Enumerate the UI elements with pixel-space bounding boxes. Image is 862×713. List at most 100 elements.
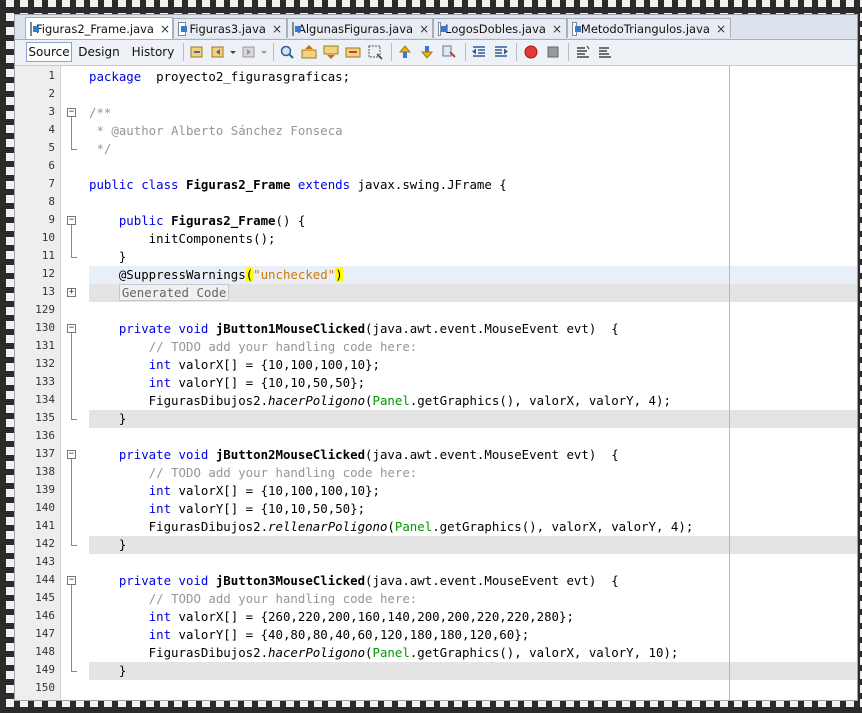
code-line[interactable]: } — [89, 410, 126, 428]
line-number: 150 — [35, 681, 55, 694]
code-line[interactable]: // TODO add your handling code here: — [89, 590, 418, 608]
code-line[interactable]: // TODO add your handling code here: — [89, 464, 418, 482]
line-number: 2 — [48, 87, 55, 100]
code-line[interactable]: * @author Alberto Sánchez Fonseca — [89, 122, 342, 140]
line-number: 7 — [48, 177, 55, 190]
tab-bar: Figuras2_Frame.java × Figuras3.java × Al… — [15, 15, 857, 40]
code-line[interactable]: public Figuras2_Frame() { — [89, 212, 306, 230]
comment-icon[interactable] — [575, 44, 591, 60]
close-tab-icon[interactable]: × — [710, 22, 726, 36]
code-line[interactable]: */ — [89, 140, 111, 158]
find-previous-icon[interactable] — [301, 44, 317, 60]
tab-figuras2-frame[interactable]: Figuras2_Frame.java × — [25, 17, 173, 39]
code-token: */ — [89, 141, 112, 156]
collapse-fold-icon[interactable]: − — [67, 576, 76, 585]
code-line[interactable]: FigurasDibujos2.hacerPoligono(Panel.getG… — [89, 644, 679, 662]
code-line[interactable]: private void jButton3MouseClicked(java.a… — [89, 572, 619, 590]
close-tab-icon[interactable]: × — [413, 22, 429, 36]
code-token: int — [148, 609, 172, 624]
tab-label: Figuras3.java — [189, 21, 266, 36]
code-line[interactable]: // TODO add your handling code here: — [89, 338, 418, 356]
collapse-fold-icon[interactable]: − — [67, 450, 76, 459]
block-highlight — [89, 536, 857, 554]
close-tab-icon[interactable]: × — [266, 22, 282, 36]
code-token: Panel — [394, 519, 433, 534]
tab-algunas-figuras[interactable]: AlgunasFiguras.java × — [287, 18, 433, 38]
code-line[interactable]: Generated Code — [89, 284, 230, 302]
code-line[interactable]: /** — [89, 104, 111, 122]
code-line[interactable]: int valorX[] = {10,100,100,10}; — [89, 356, 380, 374]
forward-icon[interactable] — [241, 44, 257, 60]
collapse-fold-icon[interactable]: − — [67, 108, 76, 117]
code-line[interactable]: @SuppressWarnings("unchecked") — [89, 266, 343, 284]
shift-left-icon[interactable] — [471, 44, 487, 60]
chevron-down-icon[interactable] — [228, 44, 238, 60]
previous-bookmark-icon[interactable] — [397, 44, 413, 60]
last-edit-icon[interactable] — [189, 44, 205, 60]
code-line[interactable]: package proyecto2_figurasgraficas; — [89, 68, 350, 86]
close-tab-icon[interactable]: × — [546, 22, 562, 36]
find-next-icon[interactable] — [323, 44, 339, 60]
line-number: 135 — [35, 411, 55, 424]
find-icon[interactable] — [279, 44, 295, 60]
toolbar-separator — [273, 43, 274, 61]
code-line[interactable]: int valorY[] = {10,10,50,50}; — [89, 374, 365, 392]
tab-figuras3[interactable]: Figuras3.java × — [173, 18, 287, 38]
expand-fold-icon[interactable]: + — [67, 288, 76, 297]
code-token: ( — [245, 267, 254, 282]
code-editor[interactable]: 1 2 3 4 5 6 7 8 9 10 11 12 13 129 130 131 132 133 134 135 13… — [15, 66, 857, 700]
code-line[interactable]: } — [89, 662, 126, 680]
code-line[interactable]: int valorX[] = {260,220,200,160,140,200,… — [89, 608, 574, 626]
toggle-highlight-icon[interactable] — [345, 44, 361, 60]
source-view-button[interactable]: Source — [26, 42, 72, 62]
code-line[interactable]: int valorY[] = {40,80,80,40,60,120,180,1… — [89, 626, 529, 644]
code-line[interactable]: private void jButton2MouseClicked(java.a… — [89, 446, 619, 464]
code-token: valorY[] = {10,10,50,50}; — [171, 501, 366, 516]
code-line[interactable]: initComponents(); — [89, 230, 276, 248]
code-token: } — [89, 663, 127, 678]
line-number-gutter: 1 2 3 4 5 6 7 8 9 10 11 12 13 129 130 131 132 133 134 135 13… — [15, 66, 61, 700]
find-selection-icon[interactable] — [367, 44, 383, 60]
fold-guide — [71, 117, 72, 149]
code-line[interactable]: int valorX[] = {10,100,100,10}; — [89, 482, 380, 500]
uncomment-icon[interactable] — [597, 44, 613, 60]
next-bookmark-icon[interactable] — [419, 44, 435, 60]
close-tab-icon[interactable]: × — [154, 22, 170, 36]
design-view-button[interactable]: Design — [77, 42, 121, 62]
code-line[interactable]: public class Figuras2_Frame extends java… — [89, 176, 507, 194]
code-token: // TODO add your handling code here: — [148, 591, 418, 606]
back-icon[interactable] — [210, 44, 226, 60]
fold-column — [61, 66, 89, 700]
line-number: 147 — [35, 627, 55, 640]
code-line[interactable]: private void jButton1MouseClicked(java.a… — [89, 320, 619, 338]
code-line[interactable]: FigurasDibujos2.hacerPoligono(Panel.getG… — [89, 392, 671, 410]
code-line[interactable]: } — [89, 536, 126, 554]
shift-right-icon[interactable] — [493, 44, 509, 60]
code-line[interactable]: FigurasDibujos2.rellenarPoligono(Panel.g… — [89, 518, 694, 536]
code-token: .getGraphics(), valorX, valorY, 4); — [432, 519, 694, 534]
chevron-down-icon[interactable] — [259, 44, 269, 60]
code-token: public — [118, 213, 172, 228]
code-token: hacerPoligono — [268, 393, 366, 408]
history-view-button[interactable]: History — [127, 42, 179, 62]
java-file-icon — [30, 21, 39, 36]
collapse-fold-icon[interactable]: − — [67, 216, 76, 225]
start-macro-icon[interactable] — [523, 44, 539, 60]
stop-macro-icon[interactable] — [545, 44, 561, 60]
tab-logos-dobles[interactable]: LogosDobles.java × — [433, 18, 567, 38]
line-number: 140 — [35, 501, 55, 514]
tab-metodo-triangulos[interactable]: MetodoTriangulos.java × — [567, 18, 731, 38]
collapse-fold-icon[interactable]: − — [67, 324, 76, 333]
line-number: 134 — [35, 393, 55, 406]
toggle-bookmark-icon[interactable] — [441, 44, 457, 60]
code-line[interactable]: int valorY[] = {10,10,50,50}; — [89, 500, 365, 518]
code-token: (java.awt.event.MouseEvent evt) { — [365, 573, 619, 588]
line-number: 8 — [48, 195, 55, 208]
toolbar-separator — [568, 43, 569, 61]
code-token: Panel — [372, 393, 410, 408]
code-line[interactable]: } — [89, 248, 126, 266]
